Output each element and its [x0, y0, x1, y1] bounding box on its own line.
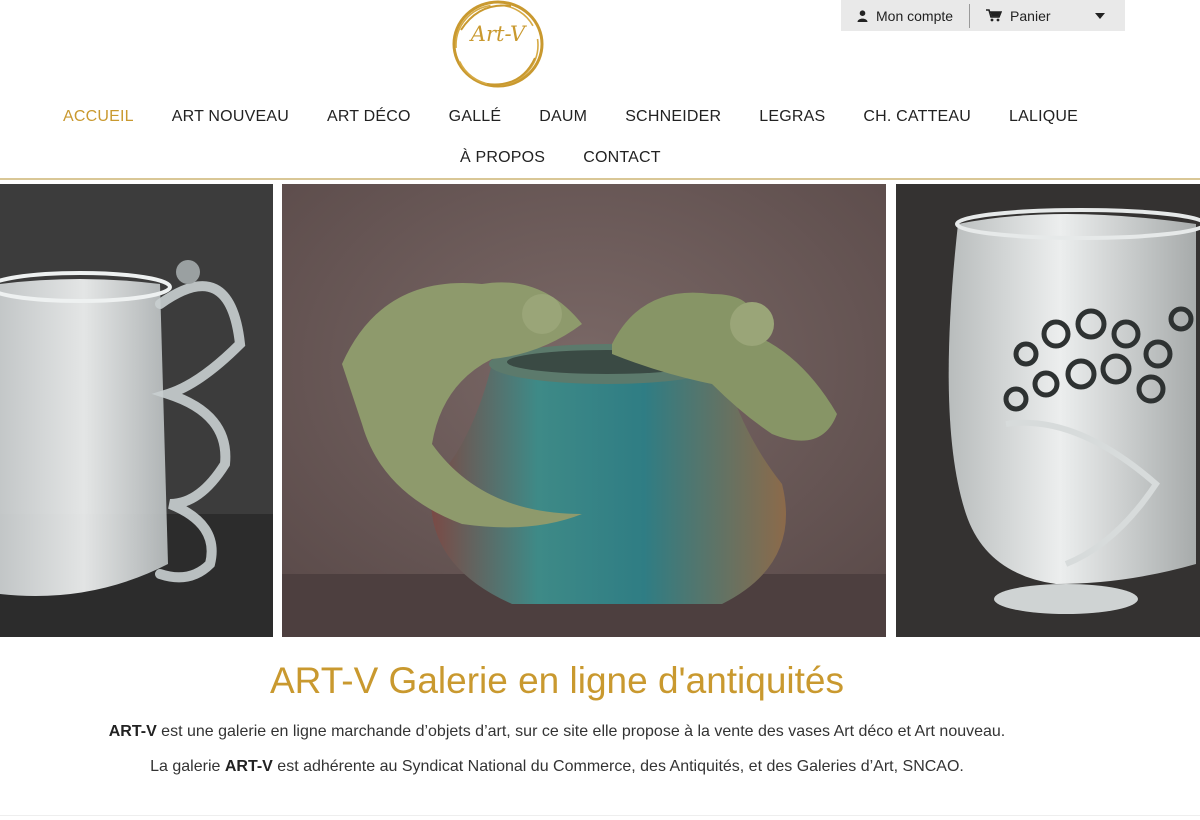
- slide-image-panther-vase[interactable]: [282, 184, 886, 637]
- brand-name-2: ART-V: [224, 758, 273, 775]
- nav-item-art-deco[interactable]: ART DÉCO: [308, 106, 430, 128]
- account-link[interactable]: Mon compte: [841, 0, 969, 31]
- nav-item-accueil[interactable]: ACCUEIL: [44, 106, 153, 128]
- page-title: ART-V Galerie en ligne d'antiquités: [269, 660, 845, 701]
- cart-label: Panier: [1010, 7, 1051, 24]
- user-icon: [857, 9, 868, 22]
- cart-icon: [986, 9, 1003, 22]
- nav-divider: [0, 178, 1200, 180]
- nav-item-daum[interactable]: DAUM: [520, 106, 606, 128]
- intro-paragraph-2: La galerie ART-V est adhérente au Syndic…: [0, 756, 1114, 778]
- slide-image-frosted-vase[interactable]: [896, 184, 1200, 637]
- intro-text-1: est une galerie en ligne marchande d’obj…: [156, 723, 1006, 740]
- glass-cup-illustration: [0, 184, 273, 637]
- account-bar: Mon compte Panier: [841, 0, 1125, 31]
- site-logo[interactable]: Art-V: [449, 0, 547, 90]
- nav-item-lalique[interactable]: LALIQUE: [990, 106, 1097, 128]
- account-label: Mon compte: [876, 7, 954, 24]
- intro-text-2: est adhérente au Syndicat National du Co…: [272, 758, 964, 775]
- nav-item-galle[interactable]: GALLÉ: [430, 106, 521, 128]
- intro-prefix-2: La galerie: [150, 758, 225, 775]
- nav-item-contact[interactable]: CONTACT: [564, 147, 680, 169]
- chevron-down-icon[interactable]: [1095, 12, 1105, 19]
- intro-paragraph-1: ART-V est une galerie en ligne marchande…: [0, 721, 1114, 743]
- bottom-divider: [0, 815, 1200, 816]
- frosted-vase-illustration: [896, 184, 1200, 637]
- slide-image-glass-cup[interactable]: [0, 184, 273, 637]
- cart-link[interactable]: Panier: [970, 0, 1125, 31]
- nav-item-art-nouveau[interactable]: ART NOUVEAU: [153, 106, 308, 128]
- nav-item-schneider[interactable]: SCHNEIDER: [606, 106, 740, 128]
- nav-item-ch-catteau[interactable]: CH. CATTEAU: [844, 106, 990, 128]
- nav-row-2: À PROPOS CONTACT: [441, 147, 680, 169]
- panther-vase-illustration: [282, 184, 886, 637]
- logo-text: Art-V: [470, 22, 526, 46]
- brand-name: ART-V: [108, 723, 157, 740]
- nav-item-legras[interactable]: LEGRAS: [740, 106, 844, 128]
- nav-item-a-propos[interactable]: À PROPOS: [441, 147, 564, 169]
- nav-row-1: ACCUEIL ART NOUVEAU ART DÉCO GALLÉ DAUM …: [44, 106, 1097, 128]
